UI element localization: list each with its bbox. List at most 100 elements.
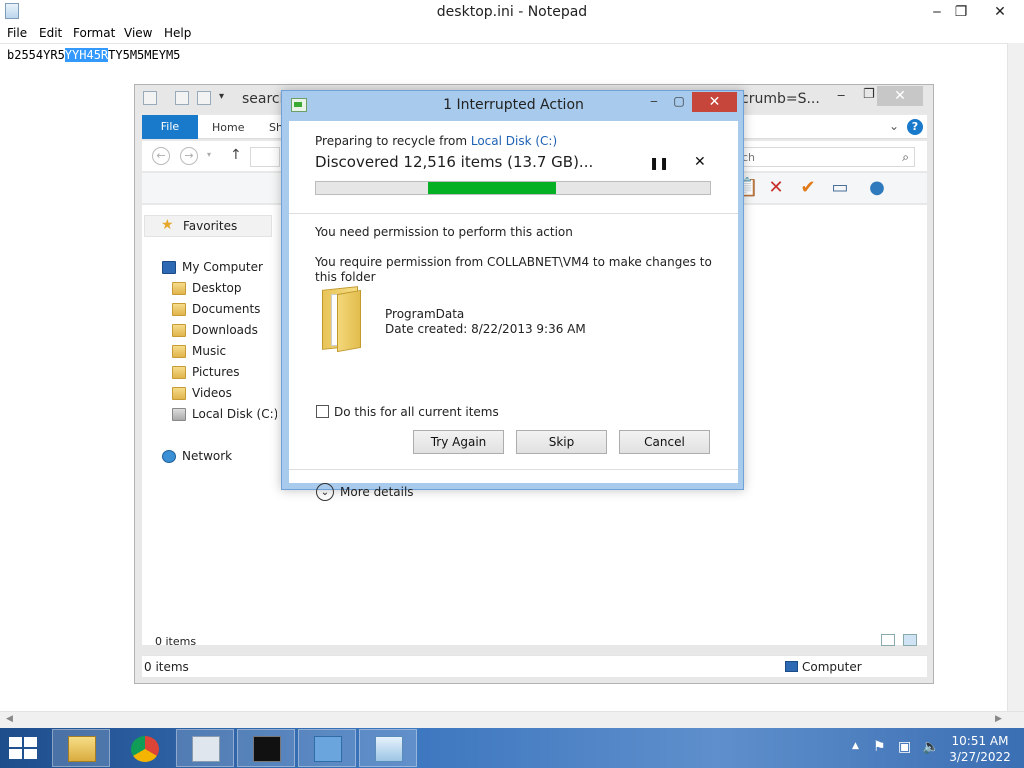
taskbar-file-explorer[interactable]: [52, 729, 110, 767]
forward-button[interactable]: →: [180, 147, 198, 165]
text-after: TY5M5MEYM5: [108, 48, 181, 62]
skip-button[interactable]: Skip: [516, 430, 607, 454]
large-icons-view-icon[interactable]: [903, 634, 917, 646]
properties-icon[interactable]: [175, 91, 189, 105]
taskbar-remote-desktop[interactable]: [298, 729, 356, 767]
progress-bar: [315, 181, 711, 195]
rename-icon[interactable]: ▭: [830, 178, 850, 198]
maximize-button[interactable]: ❐: [946, 2, 976, 22]
scroll-right-icon[interactable]: ▶: [995, 714, 1002, 724]
status-zone: Computer: [802, 660, 862, 674]
pause-icon[interactable]: ❚❚: [649, 156, 669, 170]
apply-all-label[interactable]: Do this for all current items: [334, 405, 499, 419]
chrome-icon: [131, 736, 159, 762]
dialog-minimize-button[interactable]: ‒: [643, 94, 665, 112]
explorer-close-button[interactable]: ✕: [877, 86, 923, 106]
remote-desktop-icon: [314, 736, 342, 762]
folder-icon: [68, 736, 96, 762]
navigation-pane: ★ Favorites My Computer Desktop Document…: [142, 205, 279, 645]
notepad-icon: [375, 736, 403, 762]
cancel-button[interactable]: Cancel: [619, 430, 710, 454]
drive-icon: [172, 408, 186, 421]
close-button[interactable]: ✕: [985, 2, 1015, 22]
up-button[interactable]: ↑: [230, 147, 242, 163]
status-item-count: 0 items: [144, 660, 189, 674]
windows-logo-icon: [9, 749, 22, 759]
status-bar: 0 items Computer: [142, 655, 927, 677]
horizontal-scrollbar[interactable]: ◀ ▶: [0, 711, 1024, 728]
back-button[interactable]: ←: [152, 147, 170, 165]
vertical-scrollbar[interactable]: [1007, 43, 1024, 711]
folder-front: [337, 289, 361, 353]
windows-logo-icon: [9, 737, 22, 747]
volume-muted-icon[interactable]: 🔈: [922, 739, 939, 755]
taskbar-command-prompt[interactable]: [237, 729, 295, 767]
explorer-minimize-button[interactable]: ‒: [837, 88, 845, 103]
scroll-left-icon[interactable]: ◀: [6, 714, 13, 724]
editor-text[interactable]: b2554YR5YYH45RTY5M5MEYM5: [7, 48, 180, 62]
dialog-maximize-button[interactable]: ▢: [668, 94, 690, 112]
menu-view[interactable]: View: [124, 26, 152, 40]
customize-qat-icon[interactable]: ▾: [219, 91, 224, 102]
search-box[interactable]: ch ⌕: [737, 147, 915, 167]
nav-label: My Computer: [182, 260, 263, 274]
apply-all-checkbox[interactable]: [316, 405, 329, 418]
tab-file[interactable]: File: [142, 115, 198, 139]
folder-icon: [172, 387, 186, 400]
network-icon: [162, 450, 176, 463]
folder-date: Date created: 8/22/2013 9:36 AM: [385, 322, 586, 336]
interrupted-action-dialog: 1 Interrupted Action ‒ ▢ ✕ Preparing to …: [281, 90, 744, 501]
menu-file[interactable]: File: [7, 26, 27, 40]
taskbar-notepad[interactable]: [359, 729, 417, 767]
show-hidden-icons-icon[interactable]: ▲: [852, 741, 859, 751]
checkmark-icon[interactable]: ✔: [798, 178, 818, 198]
explorer-app-icon[interactable]: [143, 91, 157, 105]
taskbar-performance-monitor[interactable]: [176, 729, 234, 767]
stop-icon[interactable]: ✕: [694, 154, 706, 170]
new-folder-icon[interactable]: [197, 91, 211, 105]
start-button[interactable]: [9, 737, 39, 759]
help-icon[interactable]: ?: [907, 119, 923, 135]
selected-text: YYH45R: [64, 48, 109, 62]
source-link[interactable]: Local Disk (C:): [471, 134, 557, 148]
folder-icon: [172, 345, 186, 358]
expand-ribbon-icon[interactable]: ⌄: [889, 119, 899, 133]
search-icon[interactable]: ⌕: [902, 150, 909, 165]
details-view-icon[interactable]: [881, 634, 895, 646]
action-center-icon[interactable]: ⚑: [873, 739, 886, 755]
folder-name: ProgramData: [385, 307, 465, 321]
menu-edit[interactable]: Edit: [39, 26, 62, 40]
favorites-label: Favorites: [183, 219, 238, 233]
address-box[interactable]: [250, 147, 280, 167]
globe-icon[interactable]: ●: [867, 178, 887, 198]
divider: [289, 213, 738, 214]
try-again-button[interactable]: Try Again: [413, 430, 504, 454]
explorer-maximize-button[interactable]: ❐: [863, 87, 875, 102]
nav-label: Desktop: [192, 281, 242, 295]
taskbar-chrome[interactable]: [115, 729, 173, 767]
nav-label: Pictures: [192, 365, 240, 379]
clock-date: 3/27/2022: [949, 750, 1011, 764]
star-icon: ★: [161, 217, 174, 233]
favorites-header[interactable]: ★ Favorites: [144, 215, 272, 237]
windows-logo-icon: [24, 749, 37, 759]
clock-time: 10:51 AM: [951, 734, 1009, 748]
folder-icon: [172, 303, 186, 316]
nav-label: Local Disk (C:): [192, 407, 279, 421]
preparing-label: Preparing to recycle from: [315, 134, 471, 148]
dialog-close-button[interactable]: ✕: [692, 92, 737, 112]
chevron-down-icon[interactable]: ⌄: [316, 483, 334, 501]
permission-heading: You need permission to perform this acti…: [315, 225, 573, 239]
menu-help[interactable]: Help: [164, 26, 191, 40]
discovered-status: Discovered 12,516 items (13.7 GB)...: [315, 153, 594, 171]
nav-label: Documents: [192, 302, 261, 316]
tab-home[interactable]: Home: [212, 121, 244, 134]
dialog-body: Preparing to recycle from Local Disk (C:…: [289, 121, 738, 501]
recent-locations-icon[interactable]: ▾: [207, 150, 211, 159]
delete-icon[interactable]: ✕: [766, 178, 786, 198]
menu-bar: File Edit Format View Help: [0, 24, 1024, 43]
menu-format[interactable]: Format: [73, 26, 115, 40]
network-status-icon[interactable]: ▣: [898, 739, 911, 755]
system-clock[interactable]: 10:51 AM 3/27/2022: [944, 733, 1016, 765]
more-details-link[interactable]: More details: [340, 485, 414, 499]
